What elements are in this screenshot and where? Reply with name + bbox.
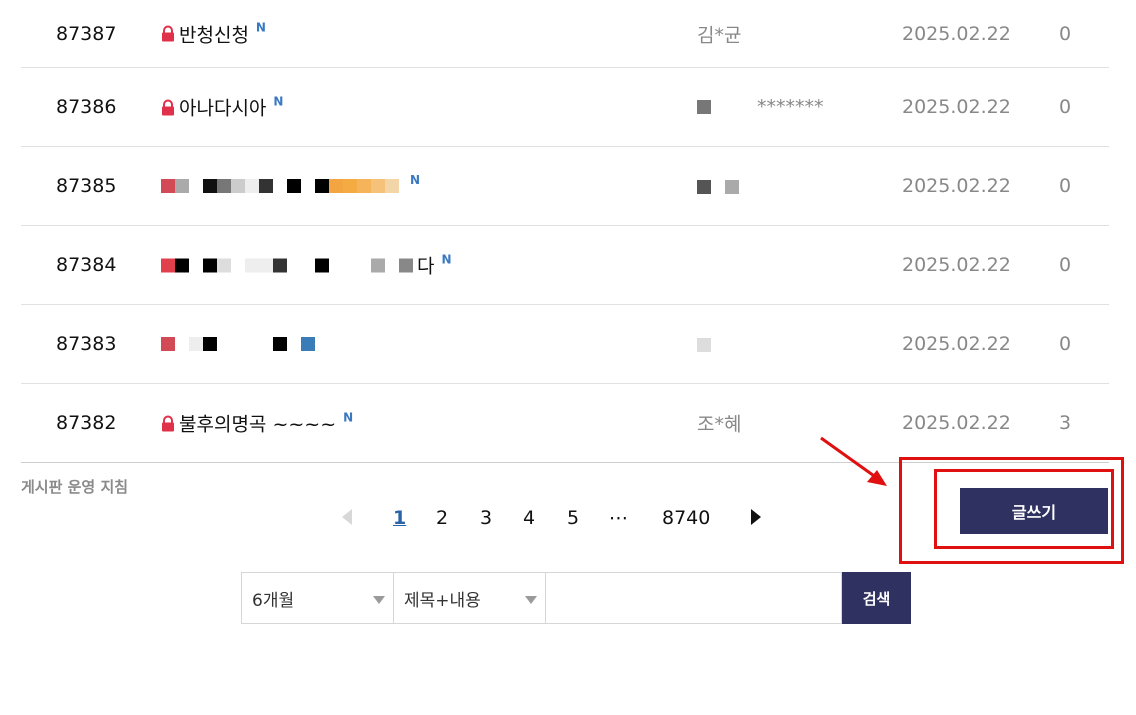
post-title-text: 불후의명곡 ~~~~ xyxy=(179,413,337,436)
censored-title xyxy=(161,258,413,272)
post-date: 2025.02.22 xyxy=(902,22,1011,45)
post-date: 2025.02.22 xyxy=(902,175,1011,197)
page-link-2[interactable]: 2 xyxy=(436,507,448,529)
post-views: 0 xyxy=(1059,96,1072,118)
post-author xyxy=(697,333,711,355)
censored-title xyxy=(161,337,315,351)
post-title-text: 반청신청 xyxy=(179,24,249,46)
page-link-5[interactable]: 5 xyxy=(567,507,579,529)
table-row[interactable]: 87384 다 N 2025.02.22 0 xyxy=(21,226,1109,305)
post-author: 김*균 xyxy=(697,24,742,46)
write-post-button[interactable]: 글쓰기 xyxy=(960,488,1108,534)
lock-icon xyxy=(162,415,174,431)
post-number: 87384 xyxy=(56,254,117,276)
post-views: 0 xyxy=(1059,254,1072,276)
censored-block xyxy=(697,179,739,194)
pagination: 1 2 3 4 5 ⋯ 8740 xyxy=(336,503,776,533)
post-title-link[interactable]: 불후의명곡 ~~~~ N xyxy=(161,410,353,437)
censored-block xyxy=(697,100,711,114)
table-row[interactable]: 87387 반청신청 N 김*균 2025.02.22 0 xyxy=(21,0,1109,68)
table-row[interactable]: 87386 아나다시아 N ******* 2025.02.22 0 xyxy=(21,68,1109,147)
post-title-link[interactable]: 아나다시아 N xyxy=(161,94,283,121)
table-row[interactable]: 87383 2025.02.22 0 xyxy=(21,305,1109,384)
post-date: 2025.02.22 xyxy=(902,333,1011,355)
censored-block xyxy=(697,337,711,352)
chevron-down-icon xyxy=(525,596,537,604)
new-badge: N xyxy=(255,20,266,35)
post-number: 87383 xyxy=(56,333,117,355)
pagination-ellipsis: ⋯ xyxy=(609,507,628,529)
period-select-value: 6개월 xyxy=(252,591,295,611)
page-link-3[interactable]: 3 xyxy=(480,507,492,529)
post-author xyxy=(697,175,739,197)
post-views: 0 xyxy=(1059,175,1072,197)
post-number: 87386 xyxy=(56,96,117,118)
lock-icon xyxy=(162,25,174,42)
post-views: 3 xyxy=(1059,412,1072,434)
post-author: ******* xyxy=(697,96,824,118)
page-link-4[interactable]: 4 xyxy=(523,507,535,529)
author-masked: ******* xyxy=(757,96,824,118)
search-field-select[interactable]: 제목+내용 xyxy=(394,572,546,624)
post-title-link[interactable]: 반청신청 N xyxy=(161,20,266,47)
search-bar: 6개월 제목+내용 검색 xyxy=(241,572,911,624)
page-link-last[interactable]: 8740 xyxy=(662,507,710,529)
post-number: 87387 xyxy=(56,22,117,45)
post-title-text: 아나다시아 xyxy=(179,97,267,120)
post-number: 87385 xyxy=(56,175,117,197)
board-guidelines-link[interactable]: 게시판 운영 지침 xyxy=(21,476,128,497)
next-page-arrow-icon[interactable] xyxy=(751,509,761,525)
censored-title xyxy=(161,179,399,193)
table-row[interactable]: 87385 N 2025.02.22 0 xyxy=(21,147,1109,226)
post-title-link[interactable]: N xyxy=(161,173,420,193)
post-date: 2025.02.22 xyxy=(902,254,1011,276)
page-link-1[interactable]: 1 xyxy=(393,507,406,529)
period-select[interactable]: 6개월 xyxy=(241,572,394,624)
search-button[interactable]: 검색 xyxy=(842,572,911,624)
new-badge: N xyxy=(441,252,452,266)
prev-page-arrow-icon[interactable] xyxy=(342,509,352,525)
post-title-link[interactable] xyxy=(161,337,326,351)
post-number: 87382 xyxy=(56,412,117,434)
table-row[interactable]: 87382 불후의명곡 ~~~~ N 조*혜 2025.02.22 3 xyxy=(21,384,1109,463)
post-views: 0 xyxy=(1059,333,1072,355)
post-list: 87387 반청신청 N 김*균 2025.02.22 0 87386 아나다시… xyxy=(21,0,1109,463)
new-badge: N xyxy=(273,94,284,108)
lock-icon xyxy=(162,99,174,115)
post-date: 2025.02.22 xyxy=(902,412,1011,434)
annotation-arrow-icon xyxy=(820,436,887,486)
new-badge: N xyxy=(343,410,354,424)
post-title-text: 다 xyxy=(417,255,435,278)
post-title-link[interactable]: 다 N xyxy=(161,252,452,279)
post-author: 조*혜 xyxy=(697,413,742,436)
search-field-value: 제목+내용 xyxy=(404,591,481,611)
new-badge: N xyxy=(410,173,421,187)
search-input[interactable] xyxy=(546,572,842,624)
post-views: 0 xyxy=(1059,22,1072,45)
chevron-down-icon xyxy=(373,596,385,604)
post-date: 2025.02.22 xyxy=(902,96,1011,118)
